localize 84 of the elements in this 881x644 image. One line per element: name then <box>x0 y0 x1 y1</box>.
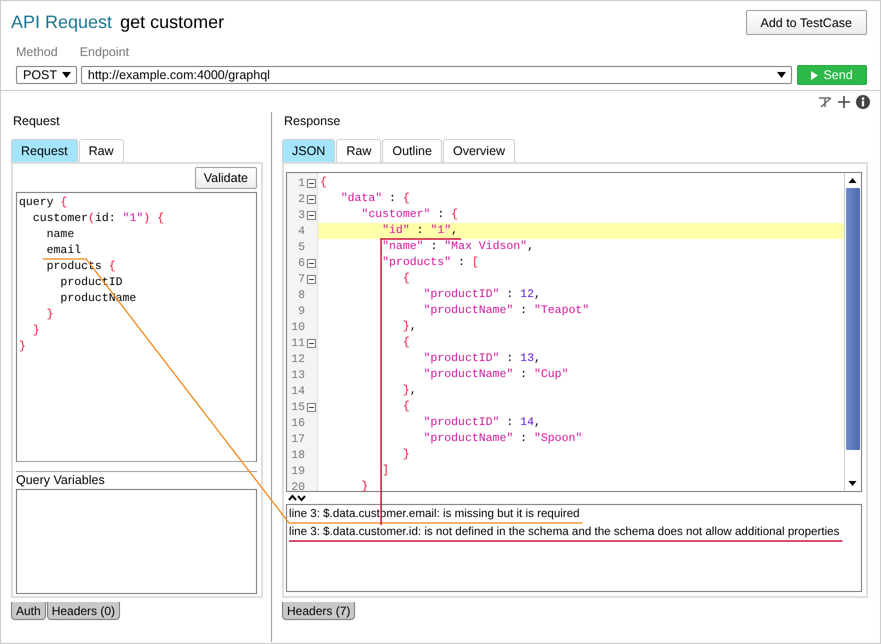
line-number: 7 <box>297 272 305 286</box>
line-number: 8 <box>297 288 305 302</box>
tab[interactable]: Request <box>11 139 78 162</box>
tab[interactable]: Outline <box>382 139 442 162</box>
line-number: 1 <box>297 176 305 190</box>
endpoint-field[interactable]: http://example.com:4000/graphql <box>80 66 792 84</box>
code-line: }, <box>402 383 418 399</box>
panel-heading: Request <box>12 113 61 130</box>
play-icon[interactable] <box>811 70 818 80</box>
tab[interactable]: Headers (0) <box>46 602 120 620</box>
collapse-icon[interactable] <box>307 338 316 348</box>
endpoint-label: Endpoint <box>80 45 130 60</box>
info-icon[interactable] <box>856 95 870 109</box>
code-line: "customer" : { <box>360 207 460 223</box>
scrollbar[interactable] <box>844 173 861 491</box>
code-line: } <box>19 339 27 355</box>
line-number: 15 <box>290 400 305 414</box>
line-number: 12 <box>290 352 305 366</box>
tab[interactable]: Raw <box>336 139 382 162</box>
line-number: 18 <box>290 448 305 462</box>
tab[interactable]: Auth <box>11 602 46 620</box>
code-line: "productName" : "Spoon" <box>422 431 584 447</box>
code-line: name <box>46 227 76 243</box>
line-number: 17 <box>290 432 305 446</box>
line-number: 3 <box>297 208 305 222</box>
line-number: 5 <box>297 240 305 254</box>
code-line: }, <box>402 319 418 335</box>
method-dropdown[interactable]: POST <box>16 66 77 84</box>
code-line: } <box>402 447 411 463</box>
line-number: 4 <box>297 224 305 238</box>
scrollbar-thumb[interactable] <box>846 188 860 450</box>
plus-icon[interactable] <box>838 96 850 108</box>
code-line: "name" : "Max Vidson", <box>381 239 535 255</box>
line-number: 11 <box>290 336 305 350</box>
validate-button[interactable]: Validate <box>194 167 257 189</box>
json-viewer[interactable] <box>286 172 862 492</box>
dropdown-arrow-icon[interactable] <box>777 72 786 78</box>
tab[interactable]: JSON <box>282 139 336 162</box>
code-line: email <box>46 243 82 259</box>
code-line: "productName" : "Cup" <box>422 367 570 383</box>
line-number: 16 <box>290 416 305 430</box>
collapse-icon[interactable] <box>307 402 316 412</box>
collapse-icon[interactable] <box>307 258 316 268</box>
line-number: 2 <box>297 192 305 206</box>
code-line: customer(id: "1") { <box>32 211 165 227</box>
line-number: 10 <box>290 320 305 334</box>
tab[interactable]: Overview <box>442 139 516 162</box>
line-number: 6 <box>297 256 305 270</box>
add-to-testcase-button[interactable]: Add to TestCase <box>746 10 867 35</box>
tool-icon[interactable] <box>818 96 832 108</box>
code-line: "data" : { <box>340 191 411 207</box>
code-line: "productID" : 12, <box>422 287 542 303</box>
collapse-icon[interactable] <box>307 178 316 188</box>
code-line: { <box>402 399 411 415</box>
dropdown-arrow-icon[interactable] <box>62 72 71 78</box>
variables-editor[interactable] <box>16 489 257 594</box>
code-line: { <box>402 271 411 287</box>
validation-message: line 3: $.data.customer.id: is not defined in the schema and the schema does not allow additional properties <box>289 524 840 540</box>
line-number: 14 <box>290 384 305 398</box>
app-title: API Request <box>11 12 112 33</box>
line-number: 9 <box>297 304 305 318</box>
code-line: } <box>46 307 55 323</box>
code-line: "productName" : "Teapot" <box>422 303 590 319</box>
code-line: { <box>319 175 328 191</box>
code-line: ] <box>381 463 390 479</box>
code-line: "products" : [ <box>381 255 480 271</box>
method-label: Method <box>16 45 58 60</box>
code-line: "productID" : 13, <box>422 351 542 367</box>
collapse-icon[interactable] <box>307 274 316 284</box>
tab[interactable]: Raw <box>78 139 124 162</box>
code-line: { <box>402 335 411 351</box>
panel-heading: Response <box>283 113 342 130</box>
code-line: } <box>32 323 41 339</box>
collapse-icon[interactable] <box>307 194 316 204</box>
collapse-icon[interactable] <box>307 210 316 220</box>
line-number: 13 <box>290 368 305 382</box>
code-line: "productID" : 14, <box>422 415 542 431</box>
line-number: 19 <box>290 464 305 478</box>
expand-collapse-icon[interactable] <box>288 494 306 502</box>
tab[interactable]: Headers (7) <box>282 602 356 620</box>
code-line: } <box>360 479 370 495</box>
code-line: query { <box>19 195 68 211</box>
line-number: 20 <box>290 480 305 494</box>
request-name: get customer <box>120 12 224 33</box>
